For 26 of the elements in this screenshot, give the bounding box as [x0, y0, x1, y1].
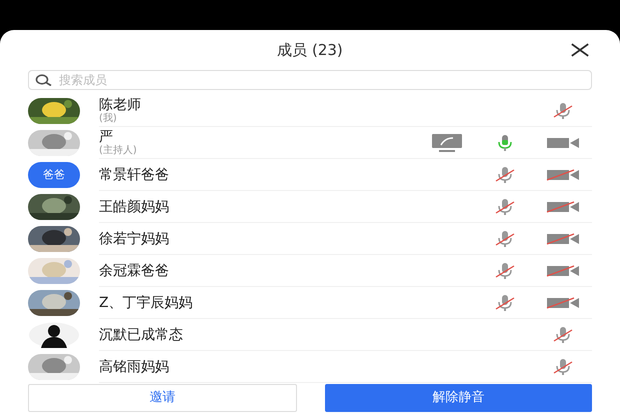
member-name: 严: [99, 130, 114, 144]
member-name: 常景轩爸爸: [99, 168, 170, 182]
video-camera-off-icon[interactable]: [546, 232, 580, 246]
invite-button[interactable]: 邀请: [28, 384, 297, 412]
avatar-badge: 爸爸: [28, 162, 80, 188]
member-role: (我): [99, 114, 118, 124]
close-icon[interactable]: [570, 43, 590, 57]
search-field[interactable]: 搜索成员: [28, 70, 592, 90]
member-role: (主持人): [99, 146, 138, 156]
video-camera-off-icon[interactable]: [546, 168, 580, 182]
video-camera-off-icon[interactable]: [546, 200, 580, 214]
member-name: 高铭雨妈妈: [99, 360, 170, 374]
member-name: 王皓颜妈妈: [99, 200, 170, 214]
sheet-title: 成员 (23): [277, 40, 343, 61]
member-name: 陈老师: [99, 98, 142, 112]
video-camera-off-icon[interactable]: [546, 296, 580, 310]
video-camera-icon[interactable]: [546, 136, 580, 150]
avatar-silhouette-icon: [28, 322, 80, 348]
member-name: 沉默已成常态: [99, 328, 184, 342]
member-name: 徐若宁妈妈: [99, 232, 170, 246]
screen-share-icon[interactable]: [431, 132, 463, 152]
unmute-button[interactable]: 解除静音: [325, 384, 592, 412]
member-name: Z、丁宇辰妈妈: [99, 296, 194, 310]
video-camera-off-icon[interactable]: [546, 264, 580, 278]
member-name: 余冠霖爸爸: [99, 264, 170, 278]
search-icon: [35, 74, 53, 86]
